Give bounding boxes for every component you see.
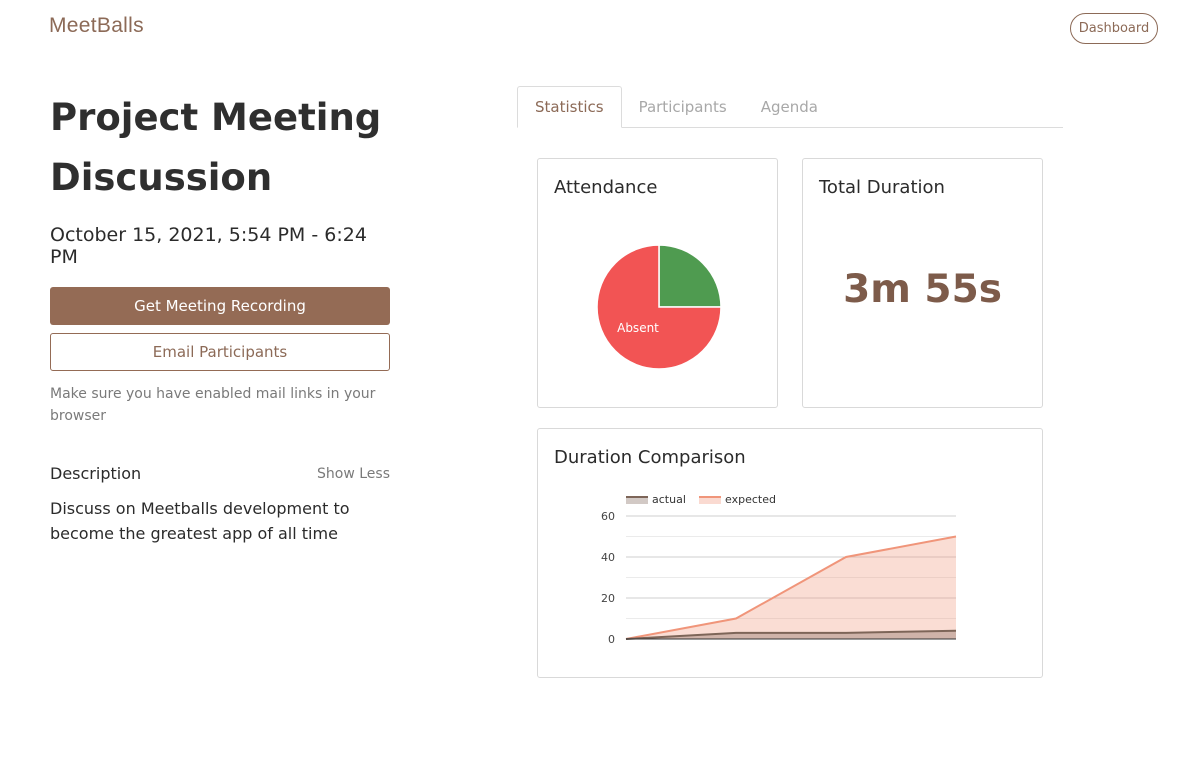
tab-statistics[interactable]: Statistics [517, 86, 622, 128]
meeting-title-line-1: Project Meeting [50, 96, 382, 139]
total-duration-value: 3m 55s [843, 267, 1002, 312]
attendance-pie-chart: Absent [596, 244, 722, 370]
total-duration-card: Total Duration 3m 55s [802, 158, 1043, 408]
duration-comparison-chart: 0 20 40 60 actual expected [601, 493, 957, 646]
legend-label-expected: expected [725, 493, 776, 506]
description-text: Discuss on Meetballs development to beco… [50, 499, 350, 543]
y-tick-label: 40 [601, 551, 615, 564]
tab-participants[interactable]: Participants [622, 86, 744, 128]
meeting-datetime: October 15, 2021, 5:54 PM - 6:24 PM [50, 224, 367, 268]
mail-hint: Make sure you have enabled mail links in… [50, 386, 376, 424]
legend-label-actual: actual [652, 493, 686, 506]
y-tick-label: 20 [601, 592, 615, 605]
email-participants-button[interactable]: Email Participants [50, 333, 390, 371]
total-duration-title: Total Duration [819, 177, 945, 198]
get-recording-button[interactable]: Get Meeting Recording [50, 287, 390, 325]
tab-bar: Statistics Participants Agenda [517, 86, 1063, 128]
y-tick-label: 0 [608, 633, 615, 646]
tab-agenda[interactable]: Agenda [744, 86, 835, 128]
dashboard-button[interactable]: Dashboard [1070, 13, 1158, 44]
attendance-card: Attendance Absent [537, 158, 778, 408]
meeting-title: Project Meeting Discussion [50, 88, 390, 208]
description-label: Description [50, 464, 142, 483]
y-tick-label: 60 [601, 510, 615, 523]
duration-comparison-card: Duration Comparison 0 20 40 60 actual expecte… [537, 428, 1043, 678]
meeting-title-line-2: Discussion [50, 156, 273, 199]
app-logo[interactable]: MeetBalls [49, 14, 144, 38]
show-less-link[interactable]: Show Less [317, 466, 390, 482]
pie-slice-present [658, 244, 722, 308]
pie-label-absent: Absent [617, 321, 659, 335]
description-header: Description Show Less [50, 464, 390, 483]
meeting-details: Project Meeting Discussion October 15, 2… [50, 88, 390, 546]
